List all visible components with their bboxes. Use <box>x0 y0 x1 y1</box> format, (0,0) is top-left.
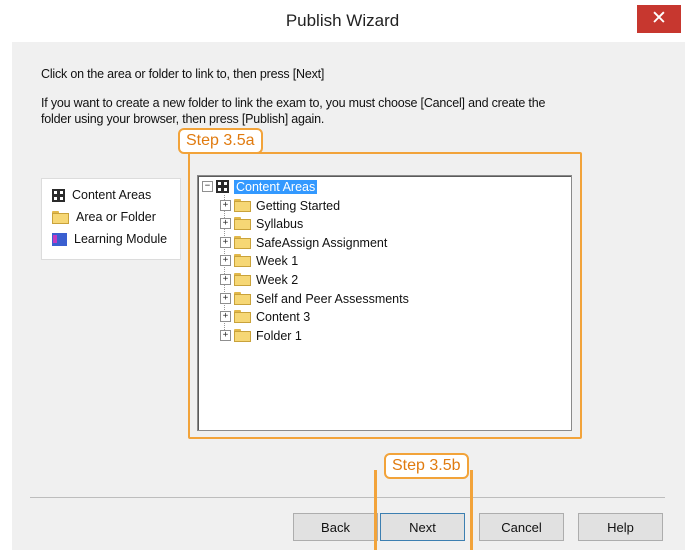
legend-label: Content Areas <box>72 188 152 202</box>
tree-node-week-2[interactable]: + Week 2 <box>220 271 298 288</box>
help-button[interactable]: Help <box>578 513 663 541</box>
expand-icon[interactable]: + <box>220 237 231 248</box>
expand-icon[interactable]: + <box>220 293 231 304</box>
button-separator <box>30 497 665 498</box>
instruction-line-1: Click on the area or folder to link to, … <box>41 67 325 81</box>
folder-icon <box>234 329 251 342</box>
expand-icon[interactable]: + <box>220 200 231 211</box>
folder-icon <box>234 217 251 230</box>
folder-icon <box>234 292 251 305</box>
tree-node-label[interactable]: SafeAssign Assignment <box>256 236 387 250</box>
content-areas-icon <box>52 188 65 202</box>
step-3-5b-highlight-right <box>470 470 473 550</box>
step-3-5b-label: Step 3.5b <box>384 453 469 479</box>
folder-icon <box>52 210 69 224</box>
tree-node-label[interactable]: Syllabus <box>256 217 303 231</box>
collapse-icon[interactable]: − <box>202 181 213 192</box>
legend-item-content-areas: Content Areas <box>52 186 151 204</box>
tree-node-label[interactable]: Getting Started <box>256 199 340 213</box>
expand-icon[interactable]: + <box>220 274 231 285</box>
tree-root-content-areas[interactable]: − Content Areas <box>202 178 318 195</box>
title-bar: Publish Wizard ✕ <box>0 0 685 42</box>
step-3-5a-label: Step 3.5a <box>178 128 263 154</box>
tree-node-syllabus[interactable]: + Syllabus <box>220 215 303 232</box>
next-button[interactable]: Next <box>380 513 465 541</box>
tree-node-label[interactable]: Content Areas <box>234 179 318 194</box>
tree-node-content-3[interactable]: + Content 3 <box>220 308 310 325</box>
tree-node-self-and-peer-assessments[interactable]: + Self and Peer Assessments <box>220 290 409 307</box>
instruction-line-2: If you want to create a new folder to li… <box>41 96 546 110</box>
tree-node-label[interactable]: Content 3 <box>256 310 310 324</box>
back-button[interactable]: Back <box>293 513 378 541</box>
legend-label: Area or Folder <box>76 210 156 224</box>
icon-legend: Content Areas Area or Folder Learning Mo… <box>41 178 181 260</box>
tree-node-label[interactable]: Self and Peer Assessments <box>256 292 409 306</box>
folder-icon <box>234 254 251 267</box>
learning-module-icon <box>52 232 67 246</box>
expand-icon[interactable]: + <box>220 311 231 322</box>
window-title: Publish Wizard <box>285 11 400 30</box>
instruction-line-3: folder using your browser, then press [P… <box>41 112 325 126</box>
tree-node-week-1[interactable]: + Week 1 <box>220 252 298 269</box>
close-icon: ✕ <box>651 8 667 29</box>
expand-icon[interactable]: + <box>220 218 231 229</box>
legend-item-area-or-folder: Area or Folder <box>52 208 156 226</box>
content-tree[interactable]: − Content Areas + Getting Started + Syll… <box>197 175 572 431</box>
tree-node-label[interactable]: Folder 1 <box>256 329 302 343</box>
close-button[interactable]: ✕ <box>637 5 681 33</box>
folder-icon <box>234 199 251 212</box>
cancel-button[interactable]: Cancel <box>479 513 564 541</box>
legend-label: Learning Module <box>74 232 168 246</box>
tree-node-getting-started[interactable]: + Getting Started <box>220 197 340 214</box>
step-3-5b-highlight-left <box>374 470 377 550</box>
legend-item-learning-module: Learning Module <box>52 230 167 248</box>
tree-node-label[interactable]: Week 1 <box>256 254 298 268</box>
folder-icon <box>234 273 251 286</box>
folder-icon <box>234 310 251 323</box>
tree-node-safeassign-assignment[interactable]: + SafeAssign Assignment <box>220 234 387 251</box>
expand-icon[interactable]: + <box>220 330 231 341</box>
tree-node-folder-1[interactable]: + Folder 1 <box>220 327 302 344</box>
content-areas-icon <box>216 180 229 193</box>
folder-icon <box>234 236 251 249</box>
expand-icon[interactable]: + <box>220 255 231 266</box>
tree-node-label[interactable]: Week 2 <box>256 273 298 287</box>
